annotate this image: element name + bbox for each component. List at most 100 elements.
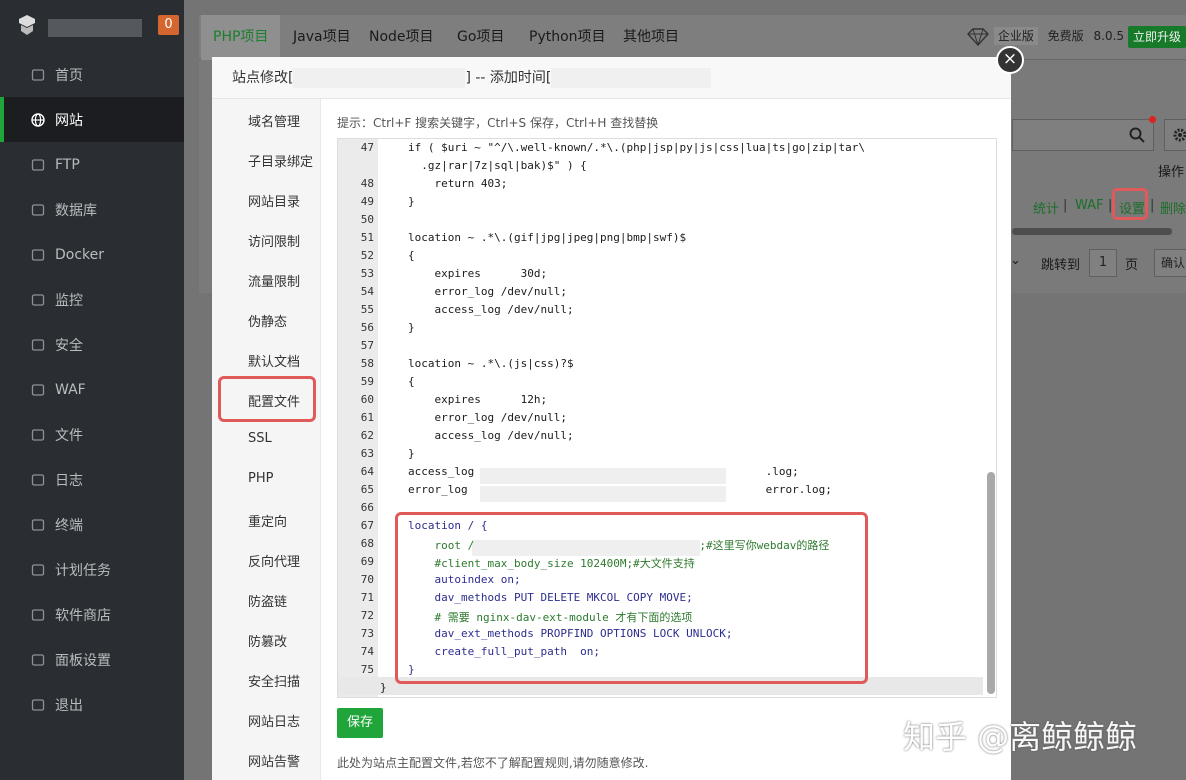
line-number: 67 [360,519,374,532]
sidebar-item-8[interactable]: WAF [0,367,184,412]
save-button[interactable]: 保存 [337,708,383,738]
confirm-jump-button[interactable]: 确认 [1154,249,1186,277]
line-number: 69 [360,555,374,568]
code-line: location ~ .*\.(gif|jpg|jpeg|png|bmp|swf… [408,231,687,244]
sidebar-item-7[interactable]: 安全 [0,322,184,367]
modal-nav-item-9[interactable]: SSL [218,431,327,446]
sidebar-item-12[interactable]: 计划任务 [0,547,184,592]
code-line: return 403; [408,177,508,190]
sidebar-item-label: 安全 [55,337,83,354]
modal-nav-item-14[interactable]: 防篡改 [218,631,327,650]
code-line: access_log /dev/null; [408,303,574,316]
gear-icon [1173,128,1186,142]
sidebar: 0 首页网站 FTP 数据库 Docker 监控安全 WAF 文件日志终端计划任务软件商店面… [0,0,184,780]
modal-nav-item-5[interactable]: 流量限制 [218,271,327,290]
sidebar-item-15[interactable]: 退出 [0,682,184,727]
line-number: 56 [360,321,374,334]
tab-go[interactable]: Go项目 [457,15,504,60]
sidebar-item-14[interactable]: 面板设置 [0,637,184,682]
settings-link-highlight [1112,188,1148,220]
modal-title-mid: ] -- 添加时间[ [465,70,552,86]
code-line: { [408,249,415,262]
notification-badge[interactable]: 0 [158,15,179,35]
sidebar-item-10[interactable]: 日志 [0,457,184,502]
tab-java[interactable]: Java项目 [293,15,351,60]
modal-nav-item-12[interactable]: 反向代理 [218,551,327,570]
sidebar-item-label: 计划任务 [55,562,111,579]
site-search-input[interactable] [1012,119,1154,151]
line-number: 57 [360,339,374,352]
modal-nav-item-11[interactable]: 重定向 [218,511,327,530]
code-line: { [408,375,415,388]
sidebar-item-4[interactable]: 数据库 [0,187,184,232]
sidebar-item-label: WAF [55,381,86,398]
modal-nav-item-6[interactable]: 伪静态 [218,311,327,330]
modal-nav-item-17[interactable]: 网站告警 [218,751,327,770]
sidebar-item-label: FTP [55,156,80,173]
sidebar-item-6[interactable]: 监控 [0,277,184,322]
tab-other[interactable]: 其他项目 [623,15,679,60]
sidebar-item-label: 退出 [55,697,83,714]
sidebar-item-5[interactable]: Docker [0,232,184,277]
enterprise-label[interactable]: 企业版 [993,27,1038,45]
modal-nav-item-16[interactable]: 网站日志 [218,711,327,730]
modal-nav-item-7[interactable]: 默认文档 [218,351,327,370]
terminal-icon [31,518,45,531]
line-number: 66 [360,501,374,514]
sidebar-item-label: Docker [55,246,105,263]
shield-icon [31,338,45,351]
sidebar-item-label: 日志 [55,472,83,489]
jump-to-label: 跳转到 [1041,258,1081,273]
waf-link[interactable]: WAF [1075,198,1104,213]
code-line: } [408,195,415,208]
settings-button[interactable] [1164,119,1186,151]
stats-link[interactable]: 统计 [1033,198,1059,217]
waf-icon [31,383,45,396]
sidebar-item-label: 首页 [55,67,83,84]
line-number: 51 [360,231,374,244]
code-line: access_log .log; [408,465,799,478]
modal-nav-item-2[interactable]: 子目录绑定 [218,151,327,170]
version-label: 8.0.5 [1093,29,1125,43]
code-line: error_log /dev/null; [408,285,567,298]
tab-php[interactable]: PHP项目 [201,15,281,60]
modal-title-prefix: 站点修改[ [232,70,294,86]
sidebar-item-9[interactable]: 文件 [0,412,184,457]
upgrade-button[interactable]: 立即升级 [1128,26,1186,48]
modal-nav-item-4[interactable]: 访问限制 [218,231,327,250]
config-file-highlight [218,376,316,422]
docker-icon [31,248,45,261]
watermark: 知乎 @离鲸鲸鲸 [903,718,1138,756]
tab-python[interactable]: Python项目 [529,15,606,60]
sidebar-item-13[interactable]: 软件商店 [0,592,184,637]
line-number: 61 [360,411,374,424]
sidebar-item-2[interactable]: 网站 [0,97,184,142]
close-icon[interactable]: × [996,46,1024,74]
code-line: error_log /dev/null; [408,411,567,424]
line-number-gutter: 47 48 49 50 51 52 53 54 55 56 57 58 59 60 61 62 63 64 65 66… [338,139,378,697]
tab-node[interactable]: Node项目 [369,15,434,60]
page-number-input[interactable]: 1 [1089,249,1117,277]
ops-column-header: 操作 [1158,165,1185,180]
sidebar-item-1[interactable]: 首页 [0,52,184,97]
modal-nav-item-13[interactable]: 防盗链 [218,591,327,610]
modal-nav-item-1[interactable]: 域名管理 [218,111,327,130]
link-separator: | [1063,198,1068,213]
line-number: 73 [360,627,374,640]
globe-icon [31,112,45,127]
code-line: } [380,681,387,694]
chevron-down-icon[interactable]: ⌄ [1010,253,1021,268]
cron-icon [31,563,45,576]
modal-nav-item-15[interactable]: 安全扫描 [218,671,327,690]
sidebar-item-11[interactable]: 终端 [0,502,184,547]
line-number: 63 [360,447,374,460]
logo-icon [19,15,35,35]
horizontal-scrollbar[interactable] [1012,228,1172,235]
panel-hostname-blurred [48,19,142,37]
sidebar-item-3[interactable]: FTP [0,142,184,187]
delete-link[interactable]: 删除 [1160,198,1186,217]
editor-scrollbar[interactable] [987,472,995,694]
modal-nav-item-3[interactable]: 网站目录 [218,191,327,210]
modal-nav-item-10[interactable]: PHP [218,471,327,486]
search-icon[interactable] [1129,127,1145,143]
